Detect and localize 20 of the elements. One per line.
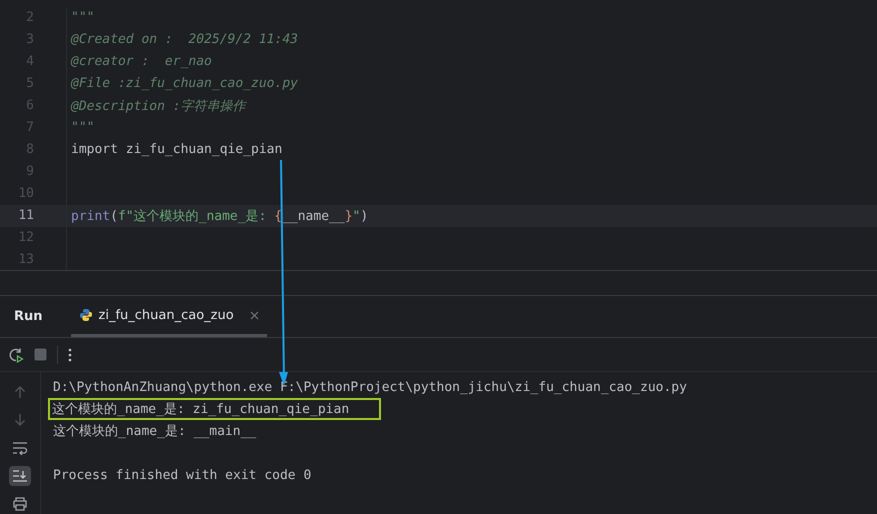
more-icon[interactable] <box>68 348 72 362</box>
panel-title: Run <box>14 309 43 324</box>
code-line: print(f"这个模块的_name_是: {__name__}") <box>71 208 368 225</box>
python-logo-icon <box>78 308 93 322</box>
stop-icon[interactable] <box>34 348 47 361</box>
code-line: @File :zi_fu_chuan_cao_zuo.py <box>71 76 298 92</box>
code-line: @creator : er_nao <box>71 54 212 70</box>
output-line: D:\PythonAnZhuang\python.exe F:\PythonProject\python_jichu\zi_fu_chuan_cao_zuo.py <box>52 378 687 396</box>
code-line: """ <box>71 10 94 26</box>
code-line: @Description :字符串操作 <box>71 98 246 115</box>
file-tab[interactable]: zi_fu_chuan_cao_zuo <box>70 296 267 337</box>
scroll-to-end-icon[interactable] <box>9 466 31 486</box>
close-icon[interactable] <box>250 310 259 320</box>
rerun-icon[interactable] <box>8 346 24 362</box>
line-number: 11 <box>17 208 34 224</box>
output-line: Process finished with exit code 0 <box>52 466 312 484</box>
code-line: import zi_fu_chuan_qie_pian <box>71 142 282 158</box>
code-line: """ <box>71 120 94 136</box>
output-line: 这个模块的_name_是: __main__ <box>52 423 256 441</box>
code-line: @Created on : 2025/9/2 11:43 <box>71 32 298 48</box>
